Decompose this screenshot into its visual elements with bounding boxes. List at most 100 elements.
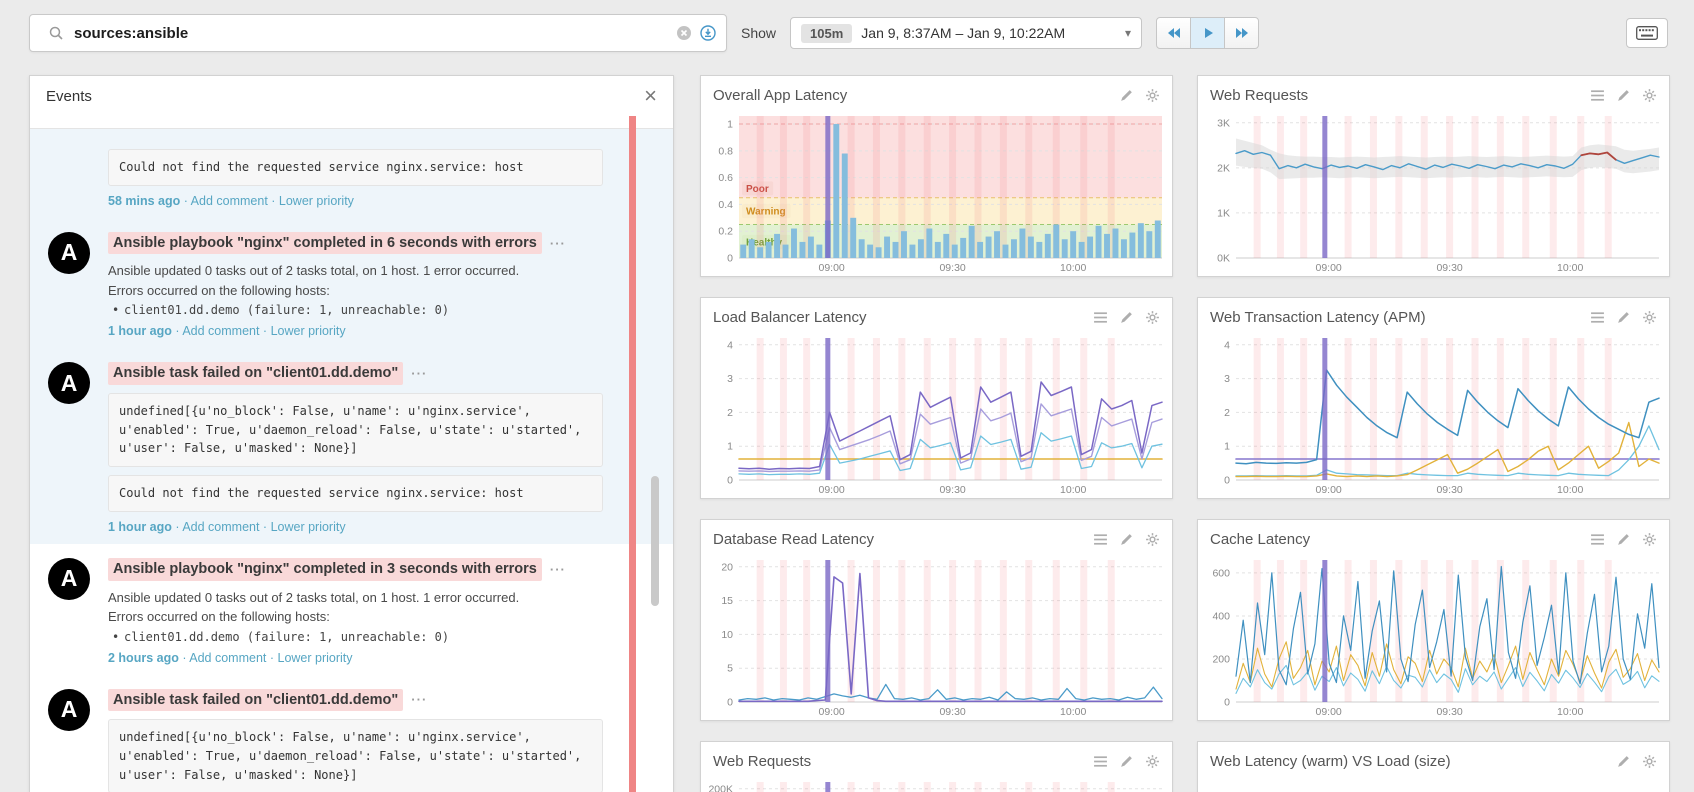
duration-badge: 105m xyxy=(801,23,853,43)
chart-widget-header: Web Latency (warm) VS Load (size) xyxy=(1198,742,1669,776)
chart-widget: Web Transaction Latency (APM) 0 1 2 3 4 09:00 0… xyxy=(1197,297,1670,499)
edit-icon[interactable] xyxy=(1119,754,1134,769)
edit-icon[interactable] xyxy=(1119,310,1134,325)
event-item[interactable]: A Ansible task failed on "client01.dd.dem… xyxy=(30,675,673,792)
edit-icon[interactable] xyxy=(1616,532,1631,547)
event-item[interactable]: A Ansible task failed on "client01.dd.dem… xyxy=(30,348,673,544)
chart-title: Overall App Latency xyxy=(713,86,848,104)
event-action-lower-priority[interactable]: Lower priority xyxy=(279,194,354,208)
edit-icon[interactable] xyxy=(1119,532,1134,547)
event-action-add-comment[interactable]: Add comment xyxy=(182,520,259,534)
svg-text:200: 200 xyxy=(1212,653,1230,665)
ansible-avatar: A xyxy=(48,557,90,600)
clear-search-icon[interactable] xyxy=(676,25,692,41)
svg-text:5: 5 xyxy=(727,663,733,675)
settings-icon[interactable] xyxy=(1145,532,1160,547)
chart-widget-header: Overall App Latency xyxy=(701,76,1172,110)
event-action-add-comment[interactable]: Add comment xyxy=(191,194,268,208)
ansible-avatar: A xyxy=(48,231,90,274)
ansible-avatar: A xyxy=(48,362,90,405)
search-input[interactable] xyxy=(72,23,668,43)
event-timestamp[interactable]: 58 mins ago xyxy=(108,194,180,208)
event-action-add-comment[interactable]: Add comment xyxy=(182,324,259,338)
svg-text:10:00: 10:00 xyxy=(1557,484,1583,496)
settings-icon[interactable] xyxy=(1642,754,1657,769)
event-item[interactable]: A Ansible playbook "nginx" completed in 6… xyxy=(30,217,673,349)
close-icon[interactable]: × xyxy=(644,85,657,107)
settings-icon[interactable] xyxy=(1145,310,1160,325)
list-icon[interactable] xyxy=(1590,532,1605,547)
edit-icon[interactable] xyxy=(1616,310,1631,325)
svg-text:2: 2 xyxy=(1224,407,1230,419)
chart-plot[interactable]: 0K 1K 2K 3K 09:00 09:30 10:00 xyxy=(1200,110,1665,274)
chart-title: Web Requests xyxy=(713,752,812,770)
list-icon[interactable] xyxy=(1590,88,1605,103)
events-header: Events × xyxy=(30,76,673,116)
search-box[interactable] xyxy=(29,14,727,52)
chart-widget: Web Requests 0K 1K 2K 3K 09:00 09:30 10:00 xyxy=(1197,75,1670,277)
chart-widget-header: Web Requests xyxy=(1198,76,1669,110)
chart-plot[interactable]: 00.20.40.60.81HealthyWarningPoor09:0009:… xyxy=(703,110,1168,274)
svg-text:4: 4 xyxy=(727,339,733,351)
edit-icon[interactable] xyxy=(1616,754,1631,769)
svg-text:0.2: 0.2 xyxy=(718,226,733,238)
event-title: Ansible task failed on "client01.dd.demo… xyxy=(108,688,603,712)
event-menu-icon[interactable]: ··· xyxy=(550,562,566,577)
event-text: Ansible updated 0 tasks out of 2 tasks t… xyxy=(108,589,520,605)
edit-icon[interactable] xyxy=(1119,88,1134,103)
topbar: Show 105m Jan 9, 8:37AM – Jan 9, 10:22AM… xyxy=(0,0,1694,66)
settings-icon[interactable] xyxy=(1145,754,1160,769)
edit-icon[interactable] xyxy=(1616,88,1631,103)
list-icon[interactable] xyxy=(1093,754,1108,769)
charts-grid: Overall App Latency 0 0.2 0.4 0.6 0.8 1 Healthy… xyxy=(700,75,1670,792)
list-icon[interactable] xyxy=(1093,532,1108,547)
settings-icon[interactable] xyxy=(1642,88,1657,103)
svg-text:09:30: 09:30 xyxy=(939,706,965,718)
event-action-lower-priority[interactable]: Lower priority xyxy=(271,520,346,534)
svg-text:0.6: 0.6 xyxy=(718,172,733,184)
settings-icon[interactable] xyxy=(1145,88,1160,103)
event-menu-icon[interactable]: ··· xyxy=(550,236,566,251)
chart-widget-header: Load Balancer Latency xyxy=(701,298,1172,332)
list-icon[interactable] xyxy=(1590,310,1605,325)
chart-plot[interactable]: 0 1 2 3 4 09:00 09:30 10:00 xyxy=(1200,332,1665,496)
time-range-select[interactable]: 105m Jan 9, 8:37AM – Jan 9, 10:22AM ▾ xyxy=(790,17,1143,49)
list-icon[interactable] xyxy=(1093,310,1108,325)
svg-text:09:00: 09:00 xyxy=(818,262,844,274)
event-menu-icon[interactable]: ··· xyxy=(411,366,427,381)
svg-text:2K: 2K xyxy=(1217,162,1230,174)
event-title: Ansible playbook "nginx" completed in 6 … xyxy=(108,231,603,255)
event-action-lower-priority[interactable]: Lower priority xyxy=(271,324,346,338)
event-menu-icon[interactable]: ··· xyxy=(411,692,427,707)
event-action-lower-priority[interactable]: Lower priority xyxy=(278,651,353,665)
event-item[interactable]: Could not find the requested service ngi… xyxy=(30,129,673,218)
event-title-text[interactable]: Ansible playbook "nginx" completed in 3 … xyxy=(108,557,542,581)
search-icon xyxy=(48,25,64,41)
play-button[interactable] xyxy=(1190,17,1226,49)
settings-icon[interactable] xyxy=(1642,310,1657,325)
event-item[interactable]: A Ansible playbook "nginx" completed in 3… xyxy=(30,544,673,675)
events-scrollbar[interactable] xyxy=(651,476,659,606)
chart-plot[interactable]: 0 5 10 15 20 09:00 09:30 10:00 xyxy=(703,554,1168,718)
chart-plot[interactable]: 0K100K200K09:0009:3010:00 xyxy=(703,776,1168,792)
event-code-block: undefined[{u'no_block': False, u'name': … xyxy=(108,393,603,468)
event-action-add-comment[interactable]: Add comment xyxy=(189,651,266,665)
skip-forward-button[interactable] xyxy=(1224,17,1260,49)
svg-text:200K: 200K xyxy=(708,783,733,792)
svg-text:0: 0 xyxy=(1224,475,1230,487)
event-timestamp[interactable]: 1 hour ago xyxy=(108,324,172,338)
events-list: Could not find the requested service ngi… xyxy=(30,116,673,792)
chart-plot[interactable]: 0 200 400 600 09:00 09:30 10:00 xyxy=(1200,554,1665,718)
event-title-text[interactable]: Ansible task failed on "client01.dd.demo… xyxy=(108,688,404,712)
event-title-text[interactable]: Ansible playbook "nginx" completed in 6 … xyxy=(108,231,542,255)
event-timestamp[interactable]: 1 hour ago xyxy=(108,520,172,534)
export-icon[interactable] xyxy=(700,25,716,41)
settings-icon[interactable] xyxy=(1642,532,1657,547)
event-title-text[interactable]: Ansible task failed on "client01.dd.demo… xyxy=(108,362,404,386)
skip-back-button[interactable] xyxy=(1156,17,1192,49)
svg-text:10:00: 10:00 xyxy=(1557,262,1583,274)
event-timestamp[interactable]: 2 hours ago xyxy=(108,651,179,665)
chart-plot[interactable] xyxy=(1200,776,1665,792)
keyboard-shortcuts-button[interactable] xyxy=(1626,18,1668,48)
chart-plot[interactable]: 0 1 2 3 4 09:00 09:30 10:00 xyxy=(703,332,1168,496)
